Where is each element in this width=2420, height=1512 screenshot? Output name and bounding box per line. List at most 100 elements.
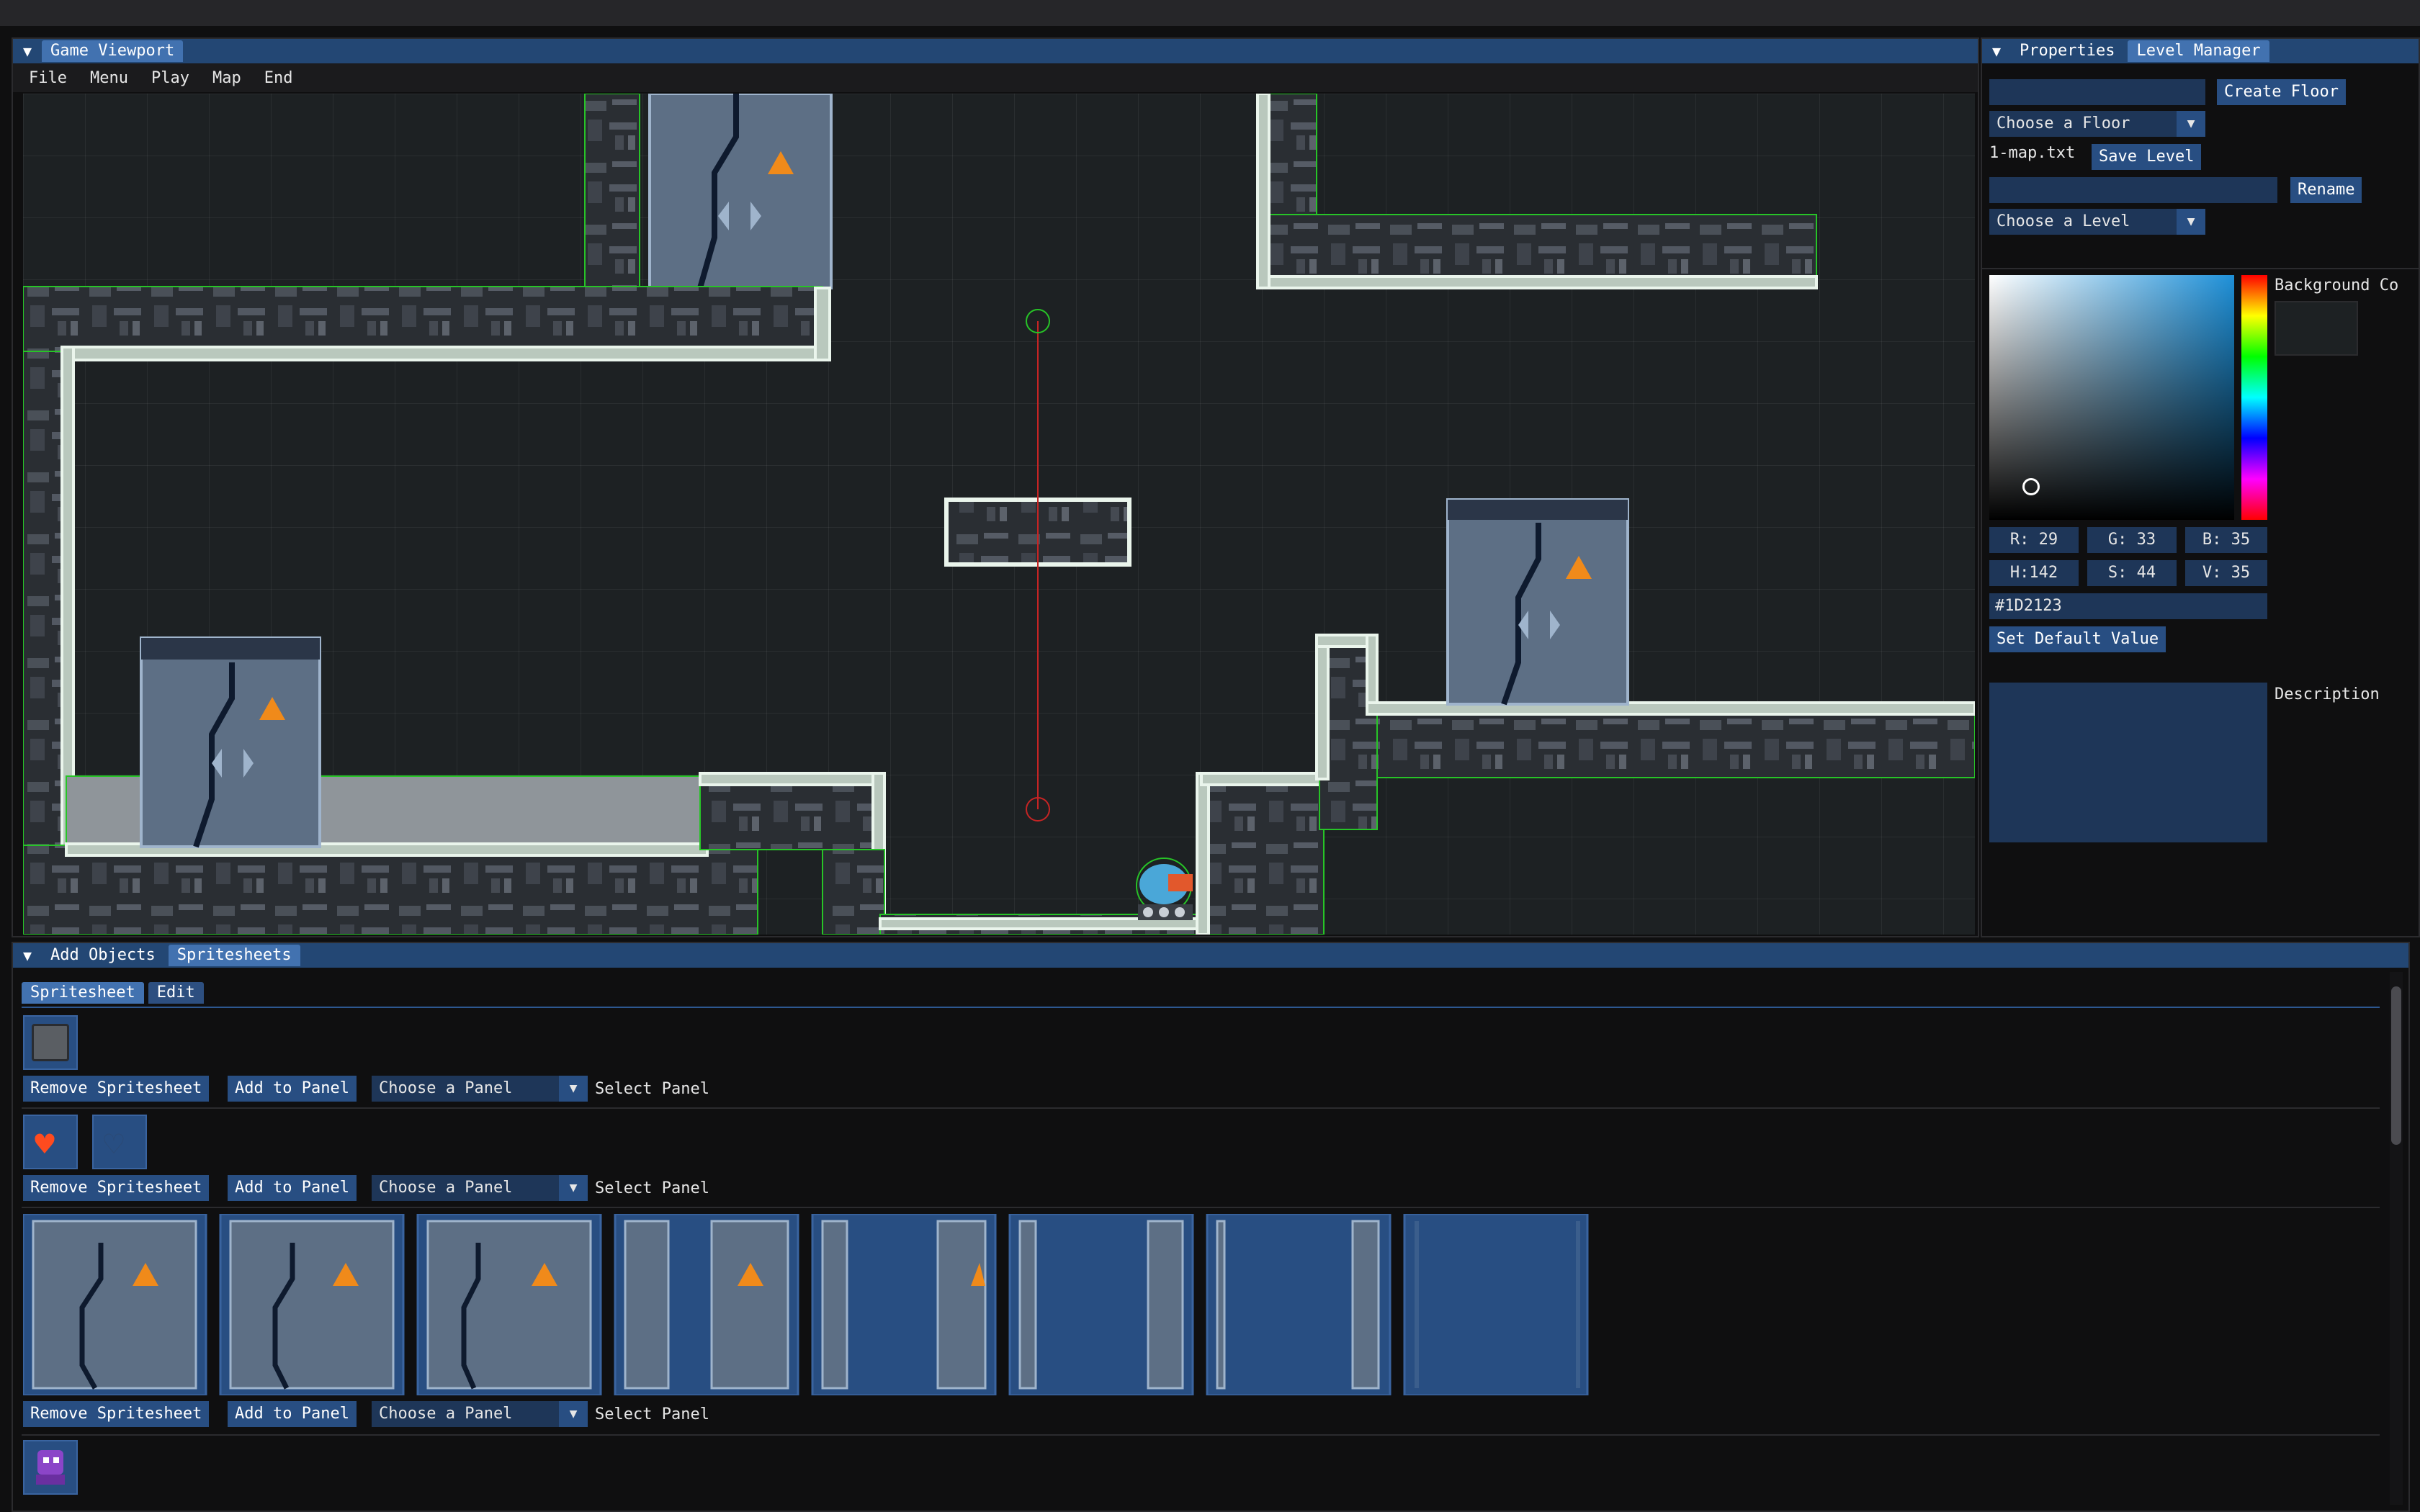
properties-window: ▼ Properties Level Manager Create Floor … bbox=[1981, 37, 2420, 937]
subtab-underline bbox=[22, 1007, 2380, 1008]
tab-add-objects[interactable]: Add Objects bbox=[42, 945, 164, 966]
floor-select[interactable]: Choose a Floor ▼ bbox=[1989, 111, 2205, 137]
choose-panel-select[interactable]: Choose a Panel ▼ bbox=[372, 1175, 588, 1201]
heart-full-icon: ♥ bbox=[35, 1125, 55, 1164]
value-field[interactable]: V: 35 bbox=[2185, 560, 2267, 586]
door-top-left bbox=[648, 94, 833, 289]
menu-file[interactable]: File bbox=[29, 69, 67, 87]
description-textarea[interactable] bbox=[1989, 683, 2267, 842]
set-default-value-button[interactable]: Set Default Value bbox=[1989, 626, 2166, 652]
creature-sprite-icon bbox=[36, 1450, 65, 1485]
wall-block bbox=[584, 94, 640, 303]
tab-properties[interactable]: Properties bbox=[2011, 40, 2123, 62]
divider bbox=[22, 1107, 2380, 1109]
game-viewport-window: ▼ Game Viewport File Menu Play Map End bbox=[12, 37, 1979, 937]
choose-panel-value: Choose a Panel bbox=[379, 1179, 513, 1197]
menu-end[interactable]: End bbox=[264, 69, 293, 87]
add-to-panel-button[interactable]: Add to Panel bbox=[228, 1076, 357, 1102]
collapse-arrow-icon[interactable]: ▼ bbox=[1982, 39, 2011, 63]
sprite-tile[interactable]: ♡ bbox=[92, 1115, 147, 1169]
select-panel-label: Select Panel bbox=[595, 1080, 709, 1098]
save-level-button[interactable]: Save Level bbox=[2092, 144, 2202, 170]
player-character bbox=[1136, 858, 1193, 920]
door-right bbox=[1446, 498, 1629, 706]
choose-panel-select[interactable]: Choose a Panel ▼ bbox=[372, 1076, 588, 1102]
collapse-arrow-icon[interactable]: ▼ bbox=[13, 39, 42, 63]
select-panel-label: Select Panel bbox=[595, 1179, 709, 1197]
collapse-arrow-icon[interactable]: ▼ bbox=[13, 943, 42, 968]
app-top-bar bbox=[0, 0, 2420, 26]
create-floor-button[interactable]: Create Floor bbox=[2217, 79, 2346, 105]
tab-spritesheet[interactable]: Spritesheet bbox=[22, 982, 144, 1004]
door-frame-7 bbox=[1206, 1212, 1392, 1397]
sprite-tile[interactable]: ♥ bbox=[23, 1115, 78, 1169]
viewport-menubar: File Menu Play Map End bbox=[13, 63, 1978, 92]
divider bbox=[1982, 268, 2420, 269]
tab-edit[interactable]: Edit bbox=[148, 982, 204, 1004]
menu-play[interactable]: Play bbox=[151, 69, 189, 87]
viewport-title: Game Viewport bbox=[42, 40, 184, 62]
tab-spritesheets[interactable]: Spritesheets bbox=[168, 945, 300, 966]
choose-panel-value: Choose a Panel bbox=[379, 1079, 513, 1097]
add-to-panel-button[interactable]: Add to Panel bbox=[228, 1401, 357, 1427]
divider bbox=[22, 1434, 2380, 1436]
remove-spritesheet-button[interactable]: Remove Spritesheet bbox=[23, 1076, 210, 1102]
hex-color-field[interactable]: #1D2123 bbox=[1989, 593, 2267, 619]
chevron-down-icon: ▼ bbox=[559, 1401, 588, 1427]
level-select[interactable]: Choose a Level ▼ bbox=[1989, 209, 2205, 235]
game-scene[interactable] bbox=[23, 94, 1975, 935]
door-frame-8 bbox=[1403, 1212, 1589, 1397]
door-frame-3 bbox=[416, 1212, 602, 1397]
door-animation-frames bbox=[22, 1212, 1589, 1397]
floor-name-input[interactable] bbox=[1989, 79, 2205, 105]
level-select-value: Choose a Level bbox=[1996, 212, 2130, 230]
chevron-down-icon: ▼ bbox=[559, 1175, 588, 1201]
choose-panel-value: Choose a Panel bbox=[379, 1405, 513, 1423]
background-color-swatch[interactable] bbox=[2275, 301, 2358, 356]
hue-field[interactable]: H:142 bbox=[1989, 560, 2079, 586]
saturation-field[interactable]: S: 44 bbox=[2087, 560, 2177, 586]
scrollbar-thumb[interactable] bbox=[2391, 986, 2401, 1145]
viewport-titlebar: ▼ Game Viewport bbox=[13, 39, 1978, 63]
menu-menu[interactable]: Menu bbox=[90, 69, 128, 87]
choose-panel-select[interactable]: Choose a Panel ▼ bbox=[372, 1401, 588, 1427]
door-sprite-strip bbox=[22, 1212, 1597, 1397]
level-tilemap bbox=[23, 94, 1975, 935]
floor-select-value: Choose a Floor bbox=[1996, 114, 2130, 132]
sprite-tile[interactable] bbox=[23, 1015, 78, 1070]
vertical-scrollbar[interactable] bbox=[2390, 972, 2403, 1505]
color-sv-picker[interactable] bbox=[1989, 275, 2234, 520]
hue-slider[interactable] bbox=[2241, 275, 2267, 520]
door-frame-1 bbox=[22, 1212, 207, 1397]
chevron-down-icon: ▼ bbox=[2177, 111, 2205, 137]
door-bottom-left bbox=[140, 636, 321, 848]
menu-map[interactable]: Map bbox=[212, 69, 241, 87]
rename-button[interactable]: Rename bbox=[2290, 177, 2362, 203]
color-picker-cursor[interactable] bbox=[2022, 478, 2040, 495]
door-frame-4 bbox=[614, 1212, 799, 1397]
blue-field[interactable]: B: 35 bbox=[2185, 527, 2267, 553]
red-field[interactable]: R: 29 bbox=[1989, 527, 2079, 553]
spritesheets-window: ▼ Add Objects Spritesheets Spritesheet E… bbox=[12, 942, 2410, 1512]
spritesheet-subtabs: Spritesheet Edit bbox=[22, 982, 208, 1004]
door-frame-2 bbox=[219, 1212, 405, 1397]
sprite-tile[interactable] bbox=[23, 1440, 78, 1495]
tab-level-manager[interactable]: Level Manager bbox=[2128, 40, 2269, 62]
map-file-label: 1-map.txt bbox=[1989, 144, 2076, 162]
divider bbox=[22, 1207, 2380, 1208]
block-sprite-icon bbox=[32, 1024, 69, 1061]
description-label: Description bbox=[2275, 685, 2380, 703]
add-to-panel-button[interactable]: Add to Panel bbox=[228, 1175, 357, 1201]
door-frame-6 bbox=[1008, 1212, 1194, 1397]
bottom-titlebar: ▼ Add Objects Spritesheets bbox=[13, 943, 2408, 968]
select-panel-label: Select Panel bbox=[595, 1405, 709, 1423]
chevron-down-icon: ▼ bbox=[559, 1076, 588, 1102]
door-frame-5 bbox=[811, 1212, 997, 1397]
green-field[interactable]: G: 33 bbox=[2087, 527, 2177, 553]
heart-empty-icon: ♡ bbox=[104, 1125, 124, 1164]
chevron-down-icon: ▼ bbox=[2177, 209, 2205, 235]
level-name-input[interactable] bbox=[1989, 177, 2277, 203]
remove-spritesheet-button[interactable]: Remove Spritesheet bbox=[23, 1175, 210, 1201]
background-color-label: Background Co bbox=[2275, 276, 2399, 294]
remove-spritesheet-button[interactable]: Remove Spritesheet bbox=[23, 1401, 210, 1427]
